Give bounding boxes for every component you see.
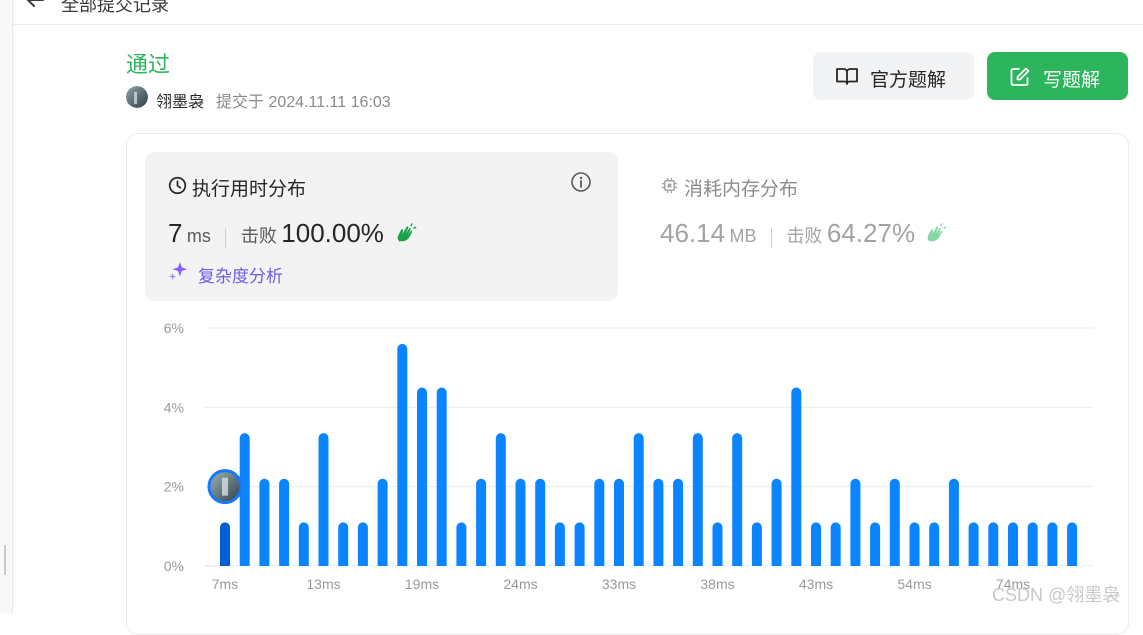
- chart-bar[interactable]: [811, 522, 821, 570]
- chart-bar[interactable]: [673, 478, 684, 570]
- chart-bar[interactable]: [594, 478, 605, 570]
- chart-bar[interactable]: [771, 478, 782, 570]
- chart-bar[interactable]: [751, 522, 762, 570]
- chart-bar[interactable]: [515, 478, 526, 570]
- chart-bar[interactable]: [948, 478, 959, 570]
- chart-bar[interactable]: [279, 478, 290, 570]
- chart-bar[interactable]: [732, 433, 743, 570]
- chart-bar[interactable]: [968, 522, 979, 570]
- chart-bar[interactable]: [1047, 522, 1058, 570]
- chart-bar[interactable]: [614, 478, 624, 570]
- chart-bar[interactable]: [988, 522, 999, 570]
- chart-bar[interactable]: [653, 478, 664, 570]
- watermark: CSDN @翎墨袅: [992, 585, 1121, 605]
- chart-bar[interactable]: [1027, 522, 1038, 570]
- chart-bar[interactable]: [397, 343, 408, 570]
- chart-bar[interactable]: [712, 522, 723, 570]
- chart-bar[interactable]: [417, 387, 427, 571]
- y-tick-label: 0%: [164, 558, 184, 574]
- chart-bar[interactable]: [357, 522, 368, 570]
- chart-bar[interactable]: [476, 478, 487, 570]
- x-tick-label: 24ms: [503, 576, 537, 592]
- chart-bar[interactable]: [338, 522, 349, 570]
- chart-bar[interactable]: [298, 522, 309, 570]
- chart-bar[interactable]: [259, 478, 270, 570]
- chart-bar[interactable]: [1067, 522, 1078, 570]
- chart-bar[interactable]: [456, 522, 467, 570]
- bar-base-mask: [215, 566, 1092, 572]
- chart-bar[interactable]: [870, 522, 881, 570]
- x-tick-label: 38ms: [700, 576, 734, 592]
- chart-bar[interactable]: [909, 522, 920, 570]
- chart-bar[interactable]: [791, 387, 802, 571]
- chart-bar[interactable]: [436, 387, 447, 571]
- chart-bar[interactable]: [318, 433, 329, 570]
- chart-bar[interactable]: [554, 522, 565, 570]
- chart-bar[interactable]: [495, 433, 506, 570]
- x-tick-label: 19ms: [405, 576, 439, 592]
- chart-bar[interactable]: [633, 433, 644, 570]
- x-tick-label: 13ms: [306, 576, 340, 592]
- x-tick-label: 54ms: [897, 576, 931, 592]
- chart-bar[interactable]: [889, 478, 900, 570]
- runtime-distribution-chart: 0% 2% 4% 6% 7ms 13ms 19ms 24ms 33ms 38ms 43ms 54ms…: [164, 320, 1093, 592]
- chart-bar[interactable]: [929, 522, 940, 570]
- x-tick-label: 7ms: [212, 576, 238, 592]
- y-tick-label: 2%: [164, 479, 184, 495]
- x-tick-label: 33ms: [602, 576, 636, 592]
- x-tick-label: 43ms: [799, 576, 833, 592]
- chart-bar[interactable]: [850, 478, 861, 570]
- chart-bar[interactable]: [377, 478, 388, 570]
- chart-bar[interactable]: [830, 522, 841, 570]
- chart-bar[interactable]: [535, 478, 546, 570]
- chart-bar[interactable]: [220, 522, 230, 570]
- marker-avatar-detail: [222, 477, 228, 496]
- chart-bar[interactable]: [1008, 522, 1018, 570]
- y-tick-label: 6%: [164, 320, 184, 336]
- chart-bar[interactable]: [692, 433, 703, 570]
- chart-bar[interactable]: [574, 522, 585, 570]
- chart-bar[interactable]: [239, 433, 250, 570]
- y-tick-label: 4%: [164, 399, 184, 415]
